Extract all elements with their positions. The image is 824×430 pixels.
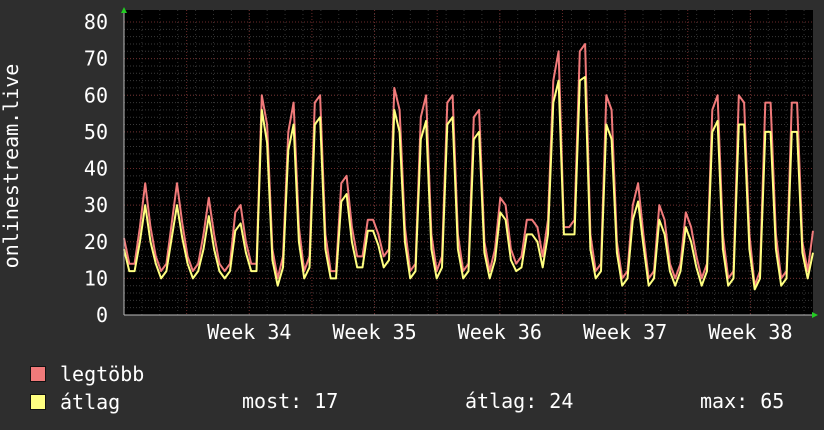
legend-item-avg: átlag [30,388,120,416]
stat-avg: átlag: 24 [465,389,574,413]
stat-max: max: 65 [700,389,785,413]
y-tick-label: 40 [84,157,108,181]
y-tick-label: 20 [84,230,108,254]
legend-swatch-max [30,366,46,382]
x-tick-label: Week 34 [207,320,291,344]
x-axis-arrow [812,312,818,318]
legend-label-max: legtöbb [60,362,145,386]
x-tick-label: Week 38 [708,320,792,344]
y-tick-label: 30 [84,193,108,217]
legend-item-max: legtöbb [30,360,144,388]
x-tick-label: Week 37 [583,320,667,344]
chart-stage: 0 10 20 30 40 50 60 70 80 Week 34 Week 35 Week 36 We… [0,0,824,430]
x-tick-label: Week 36 [458,320,542,344]
y-tick-label: 0 [96,303,108,327]
stat-now: most: 17 [242,389,339,413]
x-tick-label: Week 35 [332,320,416,344]
y-tick-label: 50 [84,120,108,144]
y-tick-label: 10 [84,266,108,290]
y-axis-label: onlinestream.live [0,64,23,269]
y-tick-label: 80 [84,10,108,34]
legend-swatch-avg [30,394,46,410]
y-tick-label: 70 [84,47,108,71]
y-tick-label: 60 [84,83,108,107]
legend-label-avg: átlag [60,390,121,414]
